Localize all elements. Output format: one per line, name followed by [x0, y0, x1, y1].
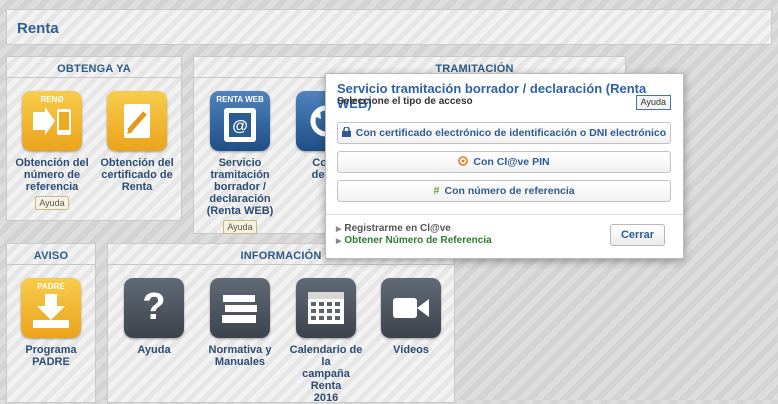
- svg-text:@: @: [232, 118, 248, 135]
- page-title: Renta: [17, 20, 59, 37]
- option-clave-pin-button[interactable]: Con Cl@ve PIN: [337, 151, 671, 173]
- access-type-dialog: Servicio tramitación borrador / declarac…: [325, 73, 684, 259]
- tile-label: Calendario de la campaña Renta 2016: [289, 344, 363, 404]
- tile-label: Ayuda: [137, 344, 171, 356]
- question-mark-icon: ?: [124, 278, 184, 338]
- tile-label: Programa PADRE: [25, 344, 77, 368]
- padre-download-icon: PADRE: [21, 278, 81, 338]
- link-registrarme-clave[interactable]: ▶ Registrarme en Cl@ve: [336, 223, 451, 234]
- video-camera-icon: [381, 278, 441, 338]
- informacion-panel: INFORMACIÓN ? Ayuda Normativa y Manuales: [107, 243, 455, 404]
- obtenga-panel: OBTENGA YA RENØ Obtención del número de …: [6, 56, 182, 221]
- tile-padre[interactable]: PADRE Programa PADRE: [13, 278, 89, 368]
- tile-label: Obtención del número de referencia: [15, 157, 89, 193]
- section-title-aviso: AVISO: [33, 250, 69, 262]
- help-link[interactable]: Ayuda: [223, 220, 257, 234]
- option-numero-referencia-button[interactable]: # Con número de referencia: [337, 180, 671, 202]
- reno-icon: RENØ: [22, 91, 82, 151]
- aviso-panel: AVISO PADRE Programa PADRE: [6, 243, 96, 403]
- tile-videos[interactable]: Vídeos: [373, 278, 449, 356]
- tile-renta-web[interactable]: RENTA WEB @ Servicio tramitación borrado…: [202, 91, 278, 235]
- tile-label: Obtención del certificado de Renta: [100, 157, 174, 193]
- tile-normativa[interactable]: Normativa y Manuales: [202, 278, 278, 368]
- clave-icon: [458, 152, 469, 172]
- calendar-icon: [296, 278, 356, 338]
- tile-ayuda[interactable]: ? Ayuda: [116, 278, 192, 356]
- certificate-pen-icon: [107, 91, 167, 151]
- header-bar: Renta: [6, 9, 772, 45]
- tile-label: Vídeos: [392, 344, 430, 356]
- link-obtener-referencia[interactable]: ▶ Obtener Número de Referencia: [336, 235, 492, 246]
- renta-web-icon: RENTA WEB @: [210, 91, 270, 151]
- tile-label: Servicio tramitación borrador / declarac…: [206, 157, 274, 217]
- tile-calendario[interactable]: Calendario de la campaña Renta 2016: [288, 278, 364, 404]
- option-certificado-button[interactable]: Con certificado electrónico de identific…: [337, 122, 671, 144]
- close-button[interactable]: Cerrar: [610, 224, 665, 246]
- tile-certificado[interactable]: Obtención del certificado de Renta: [99, 91, 175, 193]
- hash-icon: #: [433, 185, 440, 197]
- dialog-help-button[interactable]: Ayuda: [635, 95, 671, 110]
- tile-label: Normativa y Manuales: [208, 344, 272, 368]
- dialog-subtitle: Seleccione el tipo de acceso: [337, 96, 473, 107]
- books-icon: [210, 278, 270, 338]
- lock-icon: [341, 123, 351, 143]
- section-title-obtenga: OBTENGA YA: [57, 63, 131, 75]
- help-link[interactable]: Ayuda: [35, 196, 69, 210]
- tile-referencia[interactable]: RENØ Obtención del número de referencia …: [14, 91, 90, 211]
